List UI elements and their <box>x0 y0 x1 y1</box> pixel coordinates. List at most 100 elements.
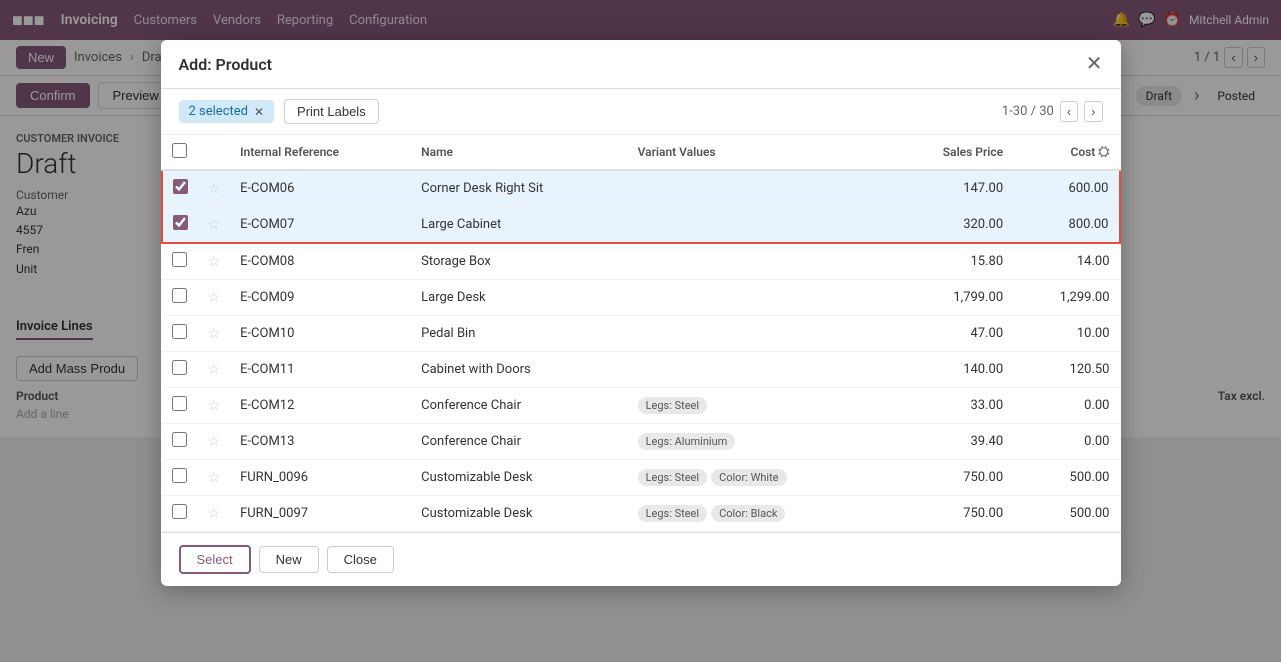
row-checkbox[interactable] <box>172 504 187 519</box>
star-icon[interactable]: ☆ <box>208 434 221 450</box>
row-checkbox[interactable] <box>172 324 187 339</box>
row-checkbox[interactable] <box>173 179 188 194</box>
col-internal-ref: Internal Reference <box>230 135 411 170</box>
modal-toolbar: 2 selected ✕ Print Labels 1-30 / 30 ‹ › <box>161 89 1121 135</box>
row-checkbox[interactable] <box>172 360 187 375</box>
row-name: Conference Chair <box>411 424 627 460</box>
row-star-cell: ☆ <box>198 170 231 207</box>
row-checkbox[interactable] <box>172 468 187 483</box>
add-product-modal: Add: Product ✕ 2 selected ✕ Print Labels… <box>161 40 1121 586</box>
row-internal-ref: E-COM06 <box>230 170 411 207</box>
row-internal-ref: E-COM10 <box>230 316 411 352</box>
row-variants <box>628 207 891 244</box>
row-star-cell: ☆ <box>198 424 231 460</box>
star-icon[interactable]: ☆ <box>208 470 221 486</box>
modal-next-btn[interactable]: › <box>1084 101 1102 122</box>
table-row[interactable]: ☆ E-COM12 Conference Chair Legs: Steel 3… <box>162 388 1120 424</box>
table-row[interactable]: ☆ FURN_0097 Customizable Desk Legs: Stee… <box>162 496 1120 532</box>
modal-prev-btn[interactable]: ‹ <box>1060 101 1078 122</box>
variant-tag: Color: White <box>711 469 786 486</box>
row-star-cell: ☆ <box>198 352 231 388</box>
clear-selected-icon[interactable]: ✕ <box>254 105 264 119</box>
row-star-cell: ☆ <box>198 243 231 280</box>
row-checkbox-cell <box>162 280 198 316</box>
row-checkbox[interactable] <box>172 432 187 447</box>
star-icon[interactable]: ☆ <box>208 290 221 306</box>
select-all-checkbox[interactable] <box>172 143 187 158</box>
col-variant-values: Variant Values <box>628 135 891 170</box>
row-cost: 10.00 <box>1013 316 1119 352</box>
new-modal-button[interactable]: New <box>259 546 319 573</box>
row-checkbox[interactable] <box>173 215 188 230</box>
row-internal-ref: FURN_0096 <box>230 460 411 496</box>
row-checkbox-cell <box>162 316 198 352</box>
row-checkbox-cell <box>162 352 198 388</box>
star-icon[interactable]: ☆ <box>208 398 221 414</box>
row-variants <box>628 243 891 280</box>
row-cost: 0.00 <box>1013 424 1119 460</box>
table-row[interactable]: ☆ E-COM06 Corner Desk Right Sit 147.00 6… <box>162 170 1120 207</box>
row-variants <box>628 352 891 388</box>
row-star-cell: ☆ <box>198 207 231 244</box>
star-icon[interactable]: ☆ <box>208 254 221 270</box>
star-icon[interactable]: ☆ <box>208 217 221 233</box>
variant-tag: Legs: Steel <box>638 469 707 486</box>
modal-title: Add: Product <box>179 55 273 74</box>
row-sales-price: 1,799.00 <box>891 280 1013 316</box>
star-icon[interactable]: ☆ <box>208 181 221 197</box>
col-sales-price: Sales Price <box>891 135 1013 170</box>
star-icon[interactable]: ☆ <box>208 506 221 522</box>
row-internal-ref: E-COM08 <box>230 243 411 280</box>
select-button[interactable]: Select <box>179 545 251 574</box>
row-sales-price: 750.00 <box>891 460 1013 496</box>
print-labels-button[interactable]: Print Labels <box>284 99 379 124</box>
modal-close-button[interactable]: ✕ <box>1086 54 1103 74</box>
pagination-count: 1-30 / 30 <box>1002 104 1054 119</box>
selected-count: 2 selected <box>189 104 248 119</box>
product-table: Internal Reference Name Variant Values S… <box>161 135 1121 532</box>
background-page: ■■■ Invoicing Customers Vendors Reportin… <box>0 0 1281 662</box>
row-star-cell: ☆ <box>198 280 231 316</box>
table-row[interactable]: ☆ E-COM11 Cabinet with Doors 140.00 120.… <box>162 352 1120 388</box>
row-internal-ref: E-COM11 <box>230 352 411 388</box>
row-cost: 120.50 <box>1013 352 1119 388</box>
modal-body: Internal Reference Name Variant Values S… <box>161 135 1121 532</box>
row-sales-price: 47.00 <box>891 316 1013 352</box>
table-row[interactable]: ☆ FURN_0096 Customizable Desk Legs: Stee… <box>162 460 1120 496</box>
table-row[interactable]: ☆ E-COM09 Large Desk 1,799.00 1,299.00 <box>162 280 1120 316</box>
close-modal-button[interactable]: Close <box>327 546 394 573</box>
variant-tag: Color: Black <box>711 505 785 522</box>
variant-tag: Legs: Steel <box>638 397 707 414</box>
star-icon[interactable]: ☆ <box>208 362 221 378</box>
row-sales-price: 320.00 <box>891 207 1013 244</box>
row-variants <box>628 280 891 316</box>
row-variants: Legs: SteelColor: Black <box>628 496 891 532</box>
table-row[interactable]: ☆ E-COM07 Large Cabinet 320.00 800.00 <box>162 207 1120 244</box>
modal-header: Add: Product ✕ <box>161 40 1121 89</box>
row-variants <box>628 170 891 207</box>
col-filter-icon[interactable]: ⛭ <box>1098 144 1109 160</box>
row-internal-ref: E-COM07 <box>230 207 411 244</box>
row-cost: 500.00 <box>1013 496 1119 532</box>
row-name: Cabinet with Doors <box>411 352 627 388</box>
row-internal-ref: FURN_0097 <box>230 496 411 532</box>
col-cost: Cost ⛭ <box>1013 135 1119 170</box>
row-checkbox-cell <box>162 460 198 496</box>
row-checkbox[interactable] <box>172 288 187 303</box>
row-sales-price: 33.00 <box>891 388 1013 424</box>
table-row[interactable]: ☆ E-COM13 Conference Chair Legs: Alumini… <box>162 424 1120 460</box>
row-checkbox[interactable] <box>172 252 187 267</box>
row-variants: Legs: SteelColor: White <box>628 460 891 496</box>
row-star-cell: ☆ <box>198 496 231 532</box>
row-cost: 500.00 <box>1013 460 1119 496</box>
variant-tag: Legs: Steel <box>638 505 707 522</box>
row-name: Pedal Bin <box>411 316 627 352</box>
table-row[interactable]: ☆ E-COM08 Storage Box 15.80 14.00 <box>162 243 1120 280</box>
row-checkbox-cell <box>162 207 198 244</box>
table-row[interactable]: ☆ E-COM10 Pedal Bin 47.00 10.00 <box>162 316 1120 352</box>
row-variants: Legs: Aluminium <box>628 424 891 460</box>
row-cost: 600.00 <box>1013 170 1119 207</box>
row-checkbox[interactable] <box>172 396 187 411</box>
star-icon[interactable]: ☆ <box>208 326 221 342</box>
row-name: Storage Box <box>411 243 627 280</box>
